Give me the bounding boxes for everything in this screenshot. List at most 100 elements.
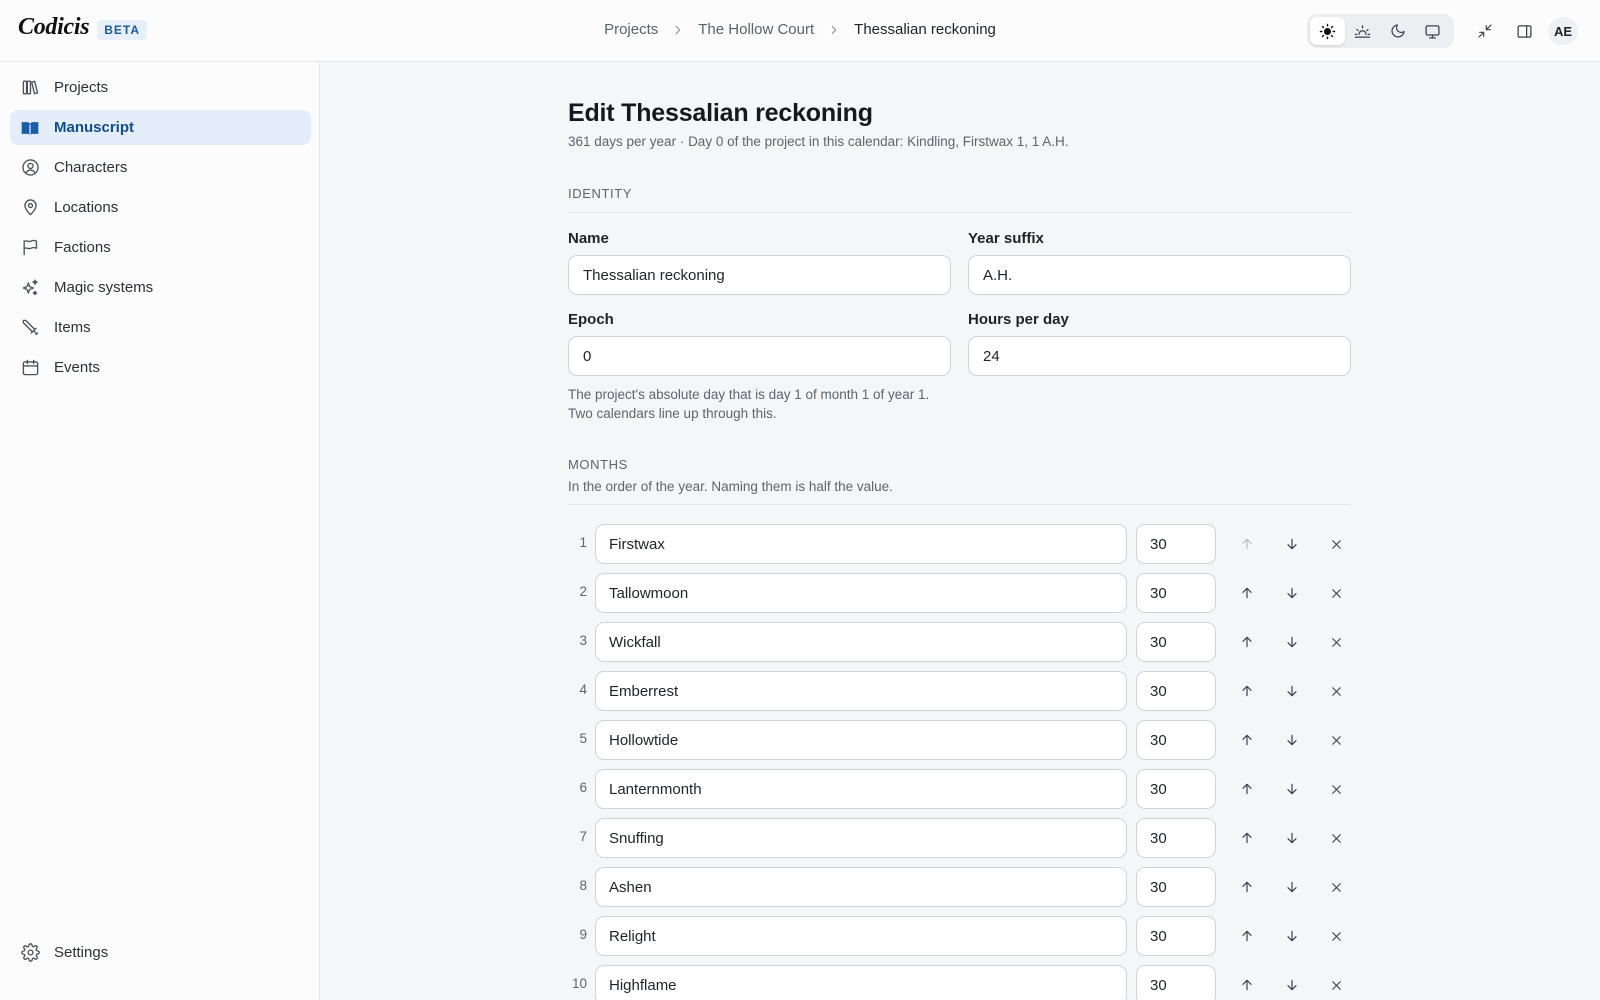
month-days-input[interactable] — [1136, 769, 1216, 809]
arrow-up-icon — [1239, 683, 1255, 699]
sidebar: Projects Manuscript Characters Locations… — [0, 62, 320, 1000]
sidebar-item-locations[interactable]: Locations — [10, 190, 311, 225]
sidebar-item-label: Characters — [54, 159, 128, 176]
month-index: 8 — [579, 878, 587, 893]
toggle-panel-button[interactable] — [1510, 17, 1538, 45]
month-name-input[interactable] — [595, 720, 1127, 760]
month-name-input[interactable] — [595, 622, 1127, 662]
move-down-button[interactable] — [1278, 530, 1306, 558]
sidebar-panel-icon — [1516, 24, 1532, 38]
month-days-input[interactable] — [1136, 818, 1216, 858]
theme-system-button[interactable] — [1415, 17, 1450, 45]
sidebar-item-items[interactable]: Items — [10, 310, 311, 345]
sidebar-item-characters[interactable]: Characters — [10, 150, 311, 185]
year-suffix-input[interactable] — [968, 255, 1351, 295]
month-days-input[interactable] — [1136, 573, 1216, 613]
theme-dawn-button[interactable] — [1345, 17, 1380, 45]
collapse-button[interactable] — [1471, 17, 1499, 45]
month-name-input[interactable] — [595, 524, 1127, 564]
move-down-button[interactable] — [1278, 677, 1306, 705]
month-days-input[interactable] — [1136, 524, 1216, 564]
month-days-input[interactable] — [1136, 965, 1216, 1000]
move-down-button[interactable] — [1278, 971, 1306, 999]
move-up-button[interactable] — [1233, 628, 1261, 656]
brand[interactable]: Codicis BETA — [18, 14, 148, 41]
close-icon — [1329, 978, 1344, 993]
month-name-input[interactable] — [595, 769, 1127, 809]
move-up-button[interactable] — [1233, 579, 1261, 607]
month-name-input[interactable] — [595, 573, 1127, 613]
remove-month-button[interactable] — [1322, 873, 1350, 901]
page-subtitle: 361 days per year · Day 0 of the project… — [568, 134, 1069, 149]
remove-month-button[interactable] — [1322, 579, 1350, 607]
theme-dark-button[interactable] — [1380, 17, 1415, 45]
sidebar-item-events[interactable]: Events — [10, 350, 311, 385]
month-days-input[interactable] — [1136, 720, 1216, 760]
remove-month-button[interactable] — [1322, 530, 1350, 558]
arrow-down-icon — [1284, 585, 1300, 601]
month-days-input[interactable] — [1136, 867, 1216, 907]
epoch-help-text: The project's absolute day that is day 1… — [568, 387, 930, 421]
month-row: 5 — [568, 720, 1351, 760]
remove-month-button[interactable] — [1322, 628, 1350, 656]
sidebar-item-label: Factions — [54, 239, 111, 256]
move-up-button[interactable] — [1233, 726, 1261, 754]
remove-month-button[interactable] — [1322, 775, 1350, 803]
sidebar-item-magic-systems[interactable]: Magic systems — [10, 270, 311, 305]
sunrise-icon — [1354, 24, 1371, 38]
hours-per-day-input[interactable] — [968, 336, 1351, 376]
move-up-button[interactable] — [1233, 677, 1261, 705]
move-down-button[interactable] — [1278, 628, 1306, 656]
epoch-label: Epoch — [568, 311, 614, 328]
remove-month-button[interactable] — [1322, 922, 1350, 950]
month-name-input[interactable] — [595, 965, 1127, 1000]
arrow-up-icon — [1239, 732, 1255, 748]
remove-month-button[interactable] — [1322, 726, 1350, 754]
identity-section-title: IDENTITY — [568, 186, 633, 201]
move-down-button[interactable] — [1278, 726, 1306, 754]
move-up-button[interactable] — [1233, 775, 1261, 803]
move-up-button[interactable] — [1233, 922, 1261, 950]
arrow-up-icon — [1239, 830, 1255, 846]
arrow-up-icon — [1239, 585, 1255, 601]
move-down-button[interactable] — [1278, 775, 1306, 803]
arrow-up-icon — [1239, 781, 1255, 797]
remove-month-button[interactable] — [1322, 677, 1350, 705]
sidebar-item-label: Magic systems — [54, 279, 154, 296]
arrow-up-icon — [1239, 536, 1255, 552]
move-down-button[interactable] — [1278, 824, 1306, 852]
minimize-icon — [1478, 24, 1492, 38]
breadcrumb-project[interactable]: The Hollow Court — [698, 21, 814, 38]
month-index: 10 — [571, 976, 587, 991]
sidebar-item-factions[interactable]: Factions — [10, 230, 311, 265]
move-down-button[interactable] — [1278, 922, 1306, 950]
month-days-input[interactable] — [1136, 622, 1216, 662]
user-avatar[interactable]: AE — [1548, 17, 1578, 45]
epoch-input[interactable] — [568, 336, 951, 376]
move-up-button[interactable] — [1233, 971, 1261, 999]
month-index: 4 — [579, 682, 587, 697]
move-down-button[interactable] — [1278, 579, 1306, 607]
sidebar-item-manuscript[interactable]: Manuscript — [10, 110, 311, 145]
remove-month-button[interactable] — [1322, 824, 1350, 852]
sun-icon — [1319, 23, 1336, 39]
month-days-input[interactable] — [1136, 916, 1216, 956]
move-up-button[interactable] — [1233, 873, 1261, 901]
sidebar-item-settings[interactable]: Settings — [10, 935, 311, 970]
month-name-input[interactable] — [595, 671, 1127, 711]
name-label: Name — [568, 230, 609, 247]
month-name-input[interactable] — [595, 867, 1127, 907]
theme-light-button[interactable] — [1310, 17, 1345, 45]
remove-month-button[interactable] — [1322, 971, 1350, 999]
month-name-input[interactable] — [595, 916, 1127, 956]
sidebar-item-projects[interactable]: Projects — [10, 70, 311, 105]
breadcrumb-projects[interactable]: Projects — [604, 21, 658, 38]
arrow-up-icon — [1239, 879, 1255, 895]
calendar-icon — [20, 358, 40, 378]
move-down-button[interactable] — [1278, 873, 1306, 901]
move-up-button[interactable] — [1233, 824, 1261, 852]
name-input[interactable] — [568, 255, 951, 295]
month-name-input[interactable] — [595, 818, 1127, 858]
month-days-input[interactable] — [1136, 671, 1216, 711]
month-index: 6 — [579, 780, 587, 795]
